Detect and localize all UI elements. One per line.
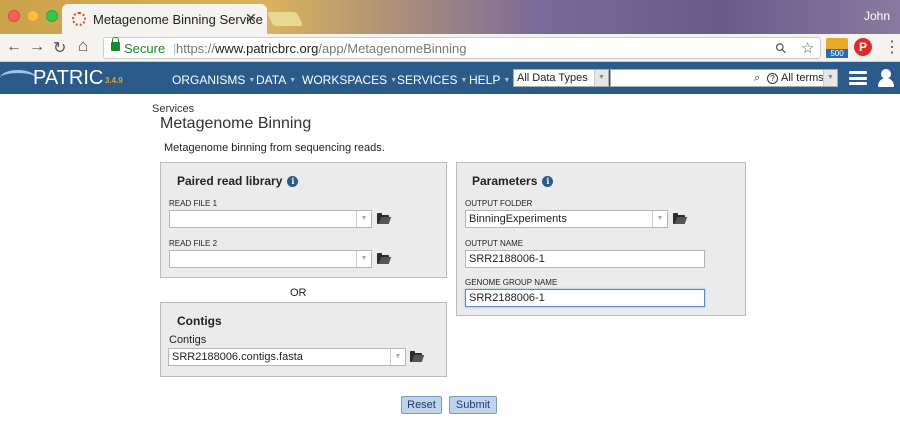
menu-workspaces[interactable]: WORKSPACES ▼: [302, 73, 397, 87]
genome-group-value: SRR2188006-1: [469, 292, 545, 304]
info-icon[interactable]: i: [287, 176, 299, 188]
close-window-button[interactable]: [8, 10, 20, 22]
new-tab-button[interactable]: [266, 12, 304, 26]
secure-label: Secure: [124, 41, 166, 56]
output-folder-value: BinningExperiments: [469, 213, 567, 225]
parameters-title-text: Parameters: [472, 174, 538, 188]
browser-menu-icon[interactable]: ⋮: [884, 37, 900, 57]
menu-services-label: SERVICES: [397, 73, 458, 87]
output-folder-label: OUTPUT FOLDER: [465, 199, 533, 208]
chevron-down-icon: ▼: [460, 77, 468, 85]
reset-button[interactable]: Reset: [401, 396, 442, 414]
folder-open-icon[interactable]: [673, 213, 685, 224]
output-name-input[interactable]: SRR2188006-1: [465, 250, 705, 268]
zoom-icon[interactable]: ⚲: [771, 39, 790, 58]
search-icon[interactable]: ⌕: [754, 72, 760, 85]
app-header: PATRIC 3.4.9 ORGANISMS ▼ DATA ▼ WORKSPACES…: [0, 62, 900, 94]
maximize-window-button[interactable]: [46, 10, 58, 22]
read-file-2-label: READ FILE 2: [169, 239, 218, 248]
tab-close-icon[interactable]: ✕: [245, 10, 257, 27]
minimize-window-button[interactable]: [27, 10, 39, 22]
bookmark-star-icon[interactable]: ☆: [801, 39, 814, 57]
submit-button[interactable]: Submit: [449, 396, 497, 414]
folder-open-icon[interactable]: [377, 253, 389, 264]
url-bar[interactable]: Secure | https://www.patricbrc.org/app/M…: [103, 37, 821, 59]
menu-organisms-label: ORGANISMS: [172, 73, 246, 87]
tab-title: Metagenome Binning Service: [93, 12, 263, 27]
chevron-down-icon[interactable]: ▼: [823, 70, 837, 86]
chevron-down-icon: ▼: [289, 77, 297, 85]
chevron-down-icon[interactable]: ▼: [356, 251, 371, 267]
chevron-down-icon: ▼: [503, 77, 511, 85]
chevron-down-icon: ▼: [594, 70, 608, 86]
url-path: /app/MetagenomeBinning: [318, 41, 467, 56]
search-scope-value[interactable]: All terms: [781, 72, 824, 84]
paired-read-panel-title: Paired read library i: [177, 174, 299, 188]
forward-arrow-icon[interactable]: →: [29, 38, 45, 56]
hamburger-menu-icon[interactable]: [849, 71, 867, 85]
genome-group-label: GENOME GROUP NAME: [465, 278, 558, 287]
url-domain: www.patricbrc.org: [215, 41, 319, 56]
menu-data[interactable]: DATA ▼: [256, 73, 296, 87]
page-description: Metagenome binning from sequencing reads…: [164, 142, 385, 154]
read-file-1-select[interactable]: ▼: [169, 210, 372, 228]
rss-extension-icon[interactable]: 500: [826, 38, 848, 58]
tab-favicon-icon: [72, 12, 86, 26]
pinterest-icon[interactable]: P: [854, 38, 872, 56]
contigs-field-label: Contigs: [169, 334, 207, 346]
address-toolbar: ← → ↻ ⌂ Secure | https://www.patricbrc.o…: [0, 34, 900, 62]
data-type-select[interactable]: All Data Types ▼: [513, 69, 609, 87]
contigs-select[interactable]: SRR2188006.contigs.fasta ▼: [168, 348, 406, 366]
info-icon[interactable]: i: [542, 176, 554, 188]
global-search-input[interactable]: ⌕ ? All terms ▼: [610, 69, 838, 87]
paired-read-panel: Paired read library i READ FILE 1 ▼ READ …: [160, 162, 447, 278]
profile-name[interactable]: John: [864, 9, 890, 23]
chevron-down-icon: ▼: [248, 77, 256, 85]
output-folder-select[interactable]: BinningExperiments ▼: [465, 210, 668, 228]
patric-logo[interactable]: PATRIC: [33, 67, 103, 90]
folder-open-icon[interactable]: [410, 351, 422, 362]
parameters-panel: Parameters i OUTPUT FOLDER BinningExperim…: [456, 162, 746, 316]
data-type-value: All Data Types: [517, 72, 588, 84]
url-prefix: https://: [176, 41, 216, 56]
logo-swoosh-icon: [0, 70, 36, 86]
browser-titlebar: Metagenome Binning Service ✕ John: [0, 0, 900, 34]
output-name-value: SRR2188006-1: [469, 253, 545, 265]
help-icon[interactable]: ?: [767, 73, 778, 84]
or-separator: OR: [290, 287, 307, 299]
back-arrow-icon[interactable]: ←: [6, 38, 22, 56]
output-name-label: OUTPUT NAME: [465, 239, 524, 248]
read-file-2-select[interactable]: ▼: [169, 250, 372, 268]
folder-open-icon[interactable]: [377, 213, 389, 224]
menu-help-label: HELP: [469, 73, 501, 87]
reload-icon[interactable]: ↻: [53, 38, 66, 58]
contigs-value: SRR2188006.contigs.fasta: [172, 351, 303, 363]
menu-organisms[interactable]: ORGANISMS ▼: [172, 73, 255, 87]
menu-workspaces-label: WORKSPACES: [302, 73, 388, 87]
chevron-down-icon[interactable]: ▼: [390, 349, 405, 365]
url-text[interactable]: https://www.patricbrc.org/app/Metagenome…: [176, 41, 467, 56]
browser-tab[interactable]: Metagenome Binning Service ✕: [62, 4, 267, 34]
menu-services[interactable]: SERVICES ▼: [397, 73, 467, 87]
parameters-panel-title: Parameters i: [472, 174, 554, 188]
paired-read-title-text: Paired read library: [177, 174, 283, 188]
menu-data-label: DATA: [256, 73, 287, 87]
extension-badge: 500: [826, 49, 848, 58]
read-file-1-label: READ FILE 1: [169, 199, 218, 208]
page-title: Metagenome Binning: [160, 115, 312, 132]
chevron-down-icon[interactable]: ▼: [652, 211, 667, 227]
home-icon[interactable]: ⌂: [78, 36, 88, 56]
chevron-down-icon[interactable]: ▼: [356, 211, 371, 227]
user-account-icon[interactable]: [877, 69, 895, 87]
contigs-panel-title: Contigs: [177, 314, 222, 328]
genome-group-input[interactable]: SRR2188006-1: [465, 289, 705, 307]
menu-help[interactable]: HELP ▼: [469, 73, 510, 87]
lock-icon: [111, 37, 120, 51]
breadcrumb[interactable]: Services: [152, 103, 194, 115]
version-label: 3.4.9: [105, 76, 123, 85]
